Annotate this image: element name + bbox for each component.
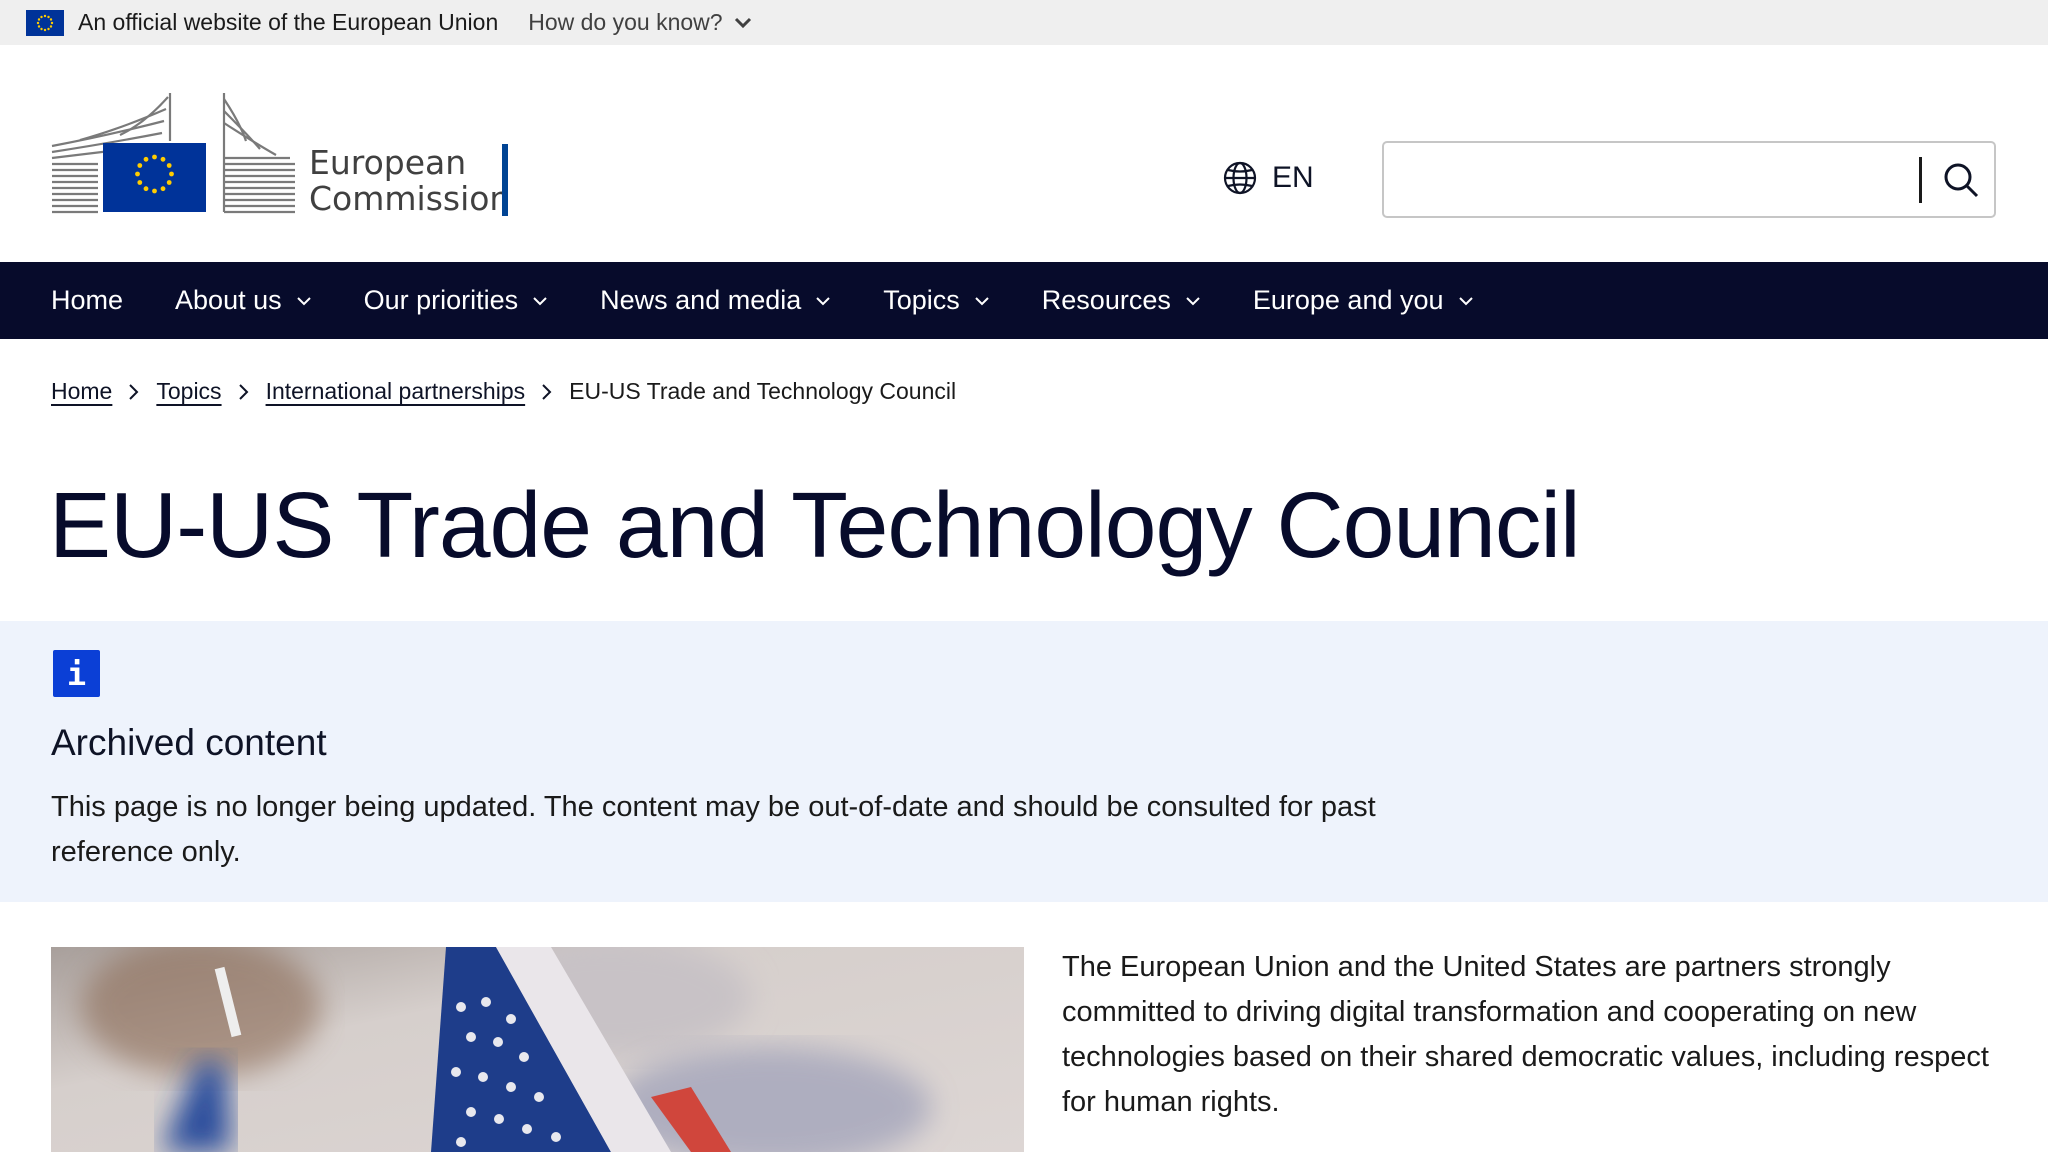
flags-illustration	[51, 947, 1024, 1152]
eu-official-banner: An official website of the European Unio…	[0, 0, 2048, 45]
globe-icon	[1223, 161, 1257, 195]
page-title: EU-US Trade and Technology Council	[49, 473, 1581, 577]
nav-item-about-us[interactable]: About us	[175, 285, 312, 316]
notice-title: Archived content	[51, 722, 327, 763]
chevron-right-icon	[541, 383, 553, 401]
chevron-down-icon	[1458, 296, 1473, 305]
breadcrumb-international-partnerships[interactable]: International partnerships	[266, 378, 526, 405]
search-button[interactable]	[1934, 153, 1988, 207]
nav-label: Our priorities	[363, 285, 519, 315]
chevron-down-icon	[816, 296, 830, 305]
chevron-down-icon	[296, 296, 311, 305]
search-icon	[1944, 163, 1979, 198]
language-code: EN	[1272, 161, 1314, 194]
notice-text: This page is no longer being updated. Th…	[51, 791, 1376, 868]
eu-flag-icon	[26, 9, 64, 36]
nav-label: News and media	[600, 285, 802, 315]
nav-label: Europe and you	[1252, 285, 1444, 315]
search-input[interactable]	[1396, 151, 1936, 209]
info-icon: i	[53, 650, 100, 697]
breadcrumb-current: EU-US Trade and Technology Council	[569, 378, 957, 404]
search-box	[1382, 141, 1996, 218]
logo-text: European Commission	[309, 145, 510, 217]
nav-label: About us	[175, 285, 282, 315]
nav-item-home[interactable]: Home	[51, 285, 123, 316]
how-do-you-know-label: How do you know?	[528, 9, 723, 35]
chevron-down-icon	[975, 296, 989, 305]
nav-item-topics[interactable]: Topics	[883, 285, 990, 316]
chevron-down-icon	[734, 17, 751, 28]
chevron-down-icon	[1186, 296, 1200, 305]
intro-paragraph: The European Union and the United States…	[1062, 951, 1989, 1118]
logo-accent-bar	[502, 144, 508, 216]
hero-image-eu-us-flags	[51, 947, 1024, 1152]
nav-item-resources[interactable]: Resources	[1042, 285, 1201, 316]
search-cursor-divider	[1919, 157, 1922, 203]
nav-label: Topics	[883, 285, 960, 315]
breadcrumb-home[interactable]: Home	[51, 378, 112, 405]
breadcrumb-topics[interactable]: Topics	[156, 378, 221, 405]
eu-official-text: An official website of the European Unio…	[78, 9, 499, 35]
nav-item-news-and-media[interactable]: News and media	[600, 285, 831, 316]
nav-item-europe-and-you[interactable]: Europe and you	[1253, 285, 1474, 316]
nav-item-our-priorities[interactable]: Our priorities	[364, 285, 549, 316]
main-navigation: Home About us Our priorities News and me…	[0, 262, 2048, 339]
chevron-right-icon	[238, 383, 250, 401]
logo-line-1: European	[309, 143, 467, 182]
breadcrumb: Home Topics International partnerships E…	[51, 378, 956, 405]
chevron-right-icon	[128, 383, 140, 401]
language-selector[interactable]: EN	[1222, 160, 1314, 196]
site-header: European Commission EN	[0, 45, 2048, 262]
nav-label: Home	[51, 285, 124, 315]
chevron-down-icon	[533, 296, 547, 305]
logo-line-2: Commission	[309, 179, 511, 218]
info-glyph: i	[66, 654, 87, 693]
archived-notice: i Archived content This page is no longe…	[0, 621, 2048, 902]
nav-label: Resources	[1041, 285, 1171, 315]
how-do-you-know-toggle[interactable]: How do you know?	[528, 9, 752, 36]
